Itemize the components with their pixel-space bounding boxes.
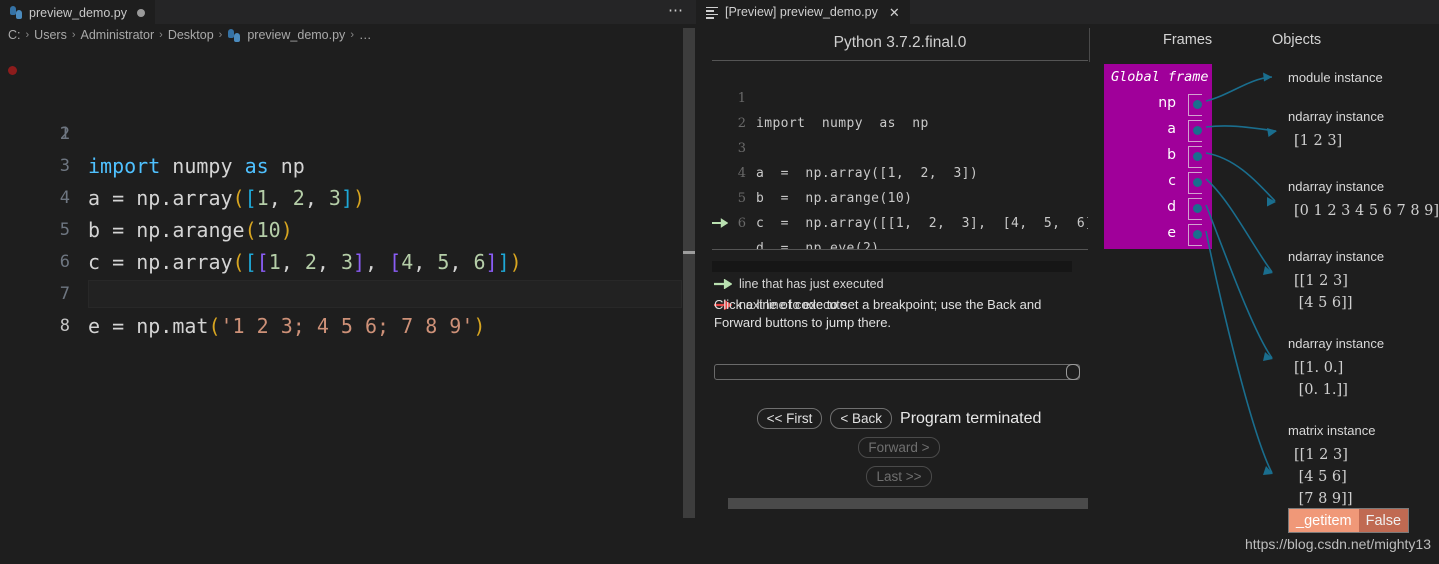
executed-line-arrow-icon	[712, 218, 728, 228]
frame-pointer-a	[1193, 126, 1202, 135]
editor-tab-preview-demo[interactable]: preview_demo.py	[0, 0, 155, 24]
executed-arrow-icon	[714, 279, 732, 289]
breadcrumb-item-5[interactable]: …	[359, 28, 372, 42]
frame-var-a: a	[1167, 121, 1176, 137]
frames-objects-divider	[1089, 28, 1090, 62]
frame-var-b: b	[1167, 147, 1176, 163]
viz-code-line[interactable]: 4 b = np.arange(10)	[712, 136, 1088, 206]
breakpoint-hint: Click a line of code to set a breakpoint…	[714, 297, 1042, 330]
breadcrumb-item-2[interactable]: Administrator	[81, 28, 155, 42]
frame-pointer-e	[1193, 230, 1202, 239]
execution-step-slider[interactable]	[714, 364, 1080, 380]
breadcrumb-item-4[interactable]: preview_demo.py	[247, 28, 345, 42]
close-icon[interactable]: ✕	[889, 6, 900, 19]
execution-status: Program terminated	[900, 409, 1042, 427]
breadcrumb-separator-icon: ›	[71, 29, 76, 41]
watermark: https://blog.csdn.net/mighty13	[1245, 536, 1431, 552]
viz-code-horizontal-scrollbar[interactable]	[712, 261, 1088, 509]
preview-tab-label: [Preview] preview_demo.py	[725, 5, 878, 19]
object-value-c: [[1 2 3] [4 5 6]]	[1294, 273, 1353, 311]
python-file-icon	[228, 28, 241, 42]
legend-executed: line that has just executed	[714, 277, 884, 291]
visualizer-code-panel[interactable]: 1 import numpy as np 2 3 a = np.array([1…	[712, 60, 1088, 250]
breadcrumb: C: › Users › Administrator › Desktop › p…	[0, 24, 696, 46]
editor-tab-bar: preview_demo.py ⋯	[0, 0, 696, 24]
attribute-key: _getitem	[1289, 509, 1359, 532]
viz-code-line[interactable]: 5 c = np.array([[1, 2, 3], [4, 5, 6]	[712, 161, 1088, 231]
back-button[interactable]: < Back	[830, 408, 893, 429]
editor-vertical-scrollbar[interactable]	[682, 24, 696, 564]
frames-column-header: Frames	[1163, 32, 1213, 48]
viz-code-line[interactable]: 1 import numpy as np	[712, 61, 1088, 131]
frame-var-np: np	[1158, 95, 1176, 111]
viz-code-scrollbar-thumb[interactable]	[728, 498, 1088, 509]
object-type-module: module instance	[1288, 70, 1383, 85]
frame-pointer-b	[1193, 152, 1202, 161]
object-type-ndarray-b: ndarray instance	[1288, 179, 1385, 194]
breadcrumb-separator-icon: ›	[25, 29, 30, 41]
editor-tab-label: preview_demo.py	[29, 5, 127, 20]
editor-more-actions-icon[interactable]: ⋯	[668, 0, 684, 24]
navigation-controls: << First < Back Program terminated Forwa…	[714, 408, 1084, 487]
python-version-title: Python 3.7.2.final.0	[833, 34, 967, 51]
breadcrumb-item-3[interactable]: Desktop	[168, 28, 214, 42]
code-line[interactable]: 5 c = np.array([[1, 2, 3], [4, 5, 6]])	[0, 182, 696, 274]
code-line-current[interactable]: 8	[0, 278, 696, 336]
legend-executed-label: line that has just executed	[739, 277, 884, 291]
code-line-text: e = np.mat('1 2 3; 4 5 6; 7 8 9')	[88, 314, 486, 338]
object-value-e: [[1 2 3] [4 5 6] [7 8 9]]	[1294, 447, 1353, 507]
slider-knob[interactable]	[1066, 364, 1080, 380]
frame-pointer-np	[1193, 100, 1202, 109]
editor-pane: preview_demo.py ⋯ C: › Users › Administr…	[0, 0, 696, 564]
attribute-value: False	[1358, 509, 1409, 532]
preview-tab-bar: [Preview] preview_demo.py ✕	[696, 0, 1439, 24]
frame-var-d: d	[1167, 199, 1176, 215]
breadcrumb-separator-icon: ›	[350, 29, 354, 41]
code-line[interactable]: 6 d = np.eye(2)	[0, 214, 696, 306]
objects-column-header: Objects	[1272, 32, 1322, 48]
editor-scrollbar-thumb[interactable]	[683, 28, 695, 518]
preview-lines-icon	[706, 6, 718, 19]
code-line[interactable]: 4 b = np.arange(10)	[0, 150, 696, 242]
attribute-row: _getitem False	[1288, 508, 1410, 533]
object-type-matrix-e: matrix instance	[1288, 423, 1376, 438]
breadcrumb-item-1[interactable]: Users	[34, 28, 67, 42]
viz-code-line-executed[interactable]: 7 e = np.mat('1 2 3; 4 5 6; 7 8 9'	[712, 211, 1088, 236]
code-line[interactable]: 1 import numpy as np	[0, 54, 696, 178]
viz-code-line[interactable]: 6 d = np.eye(2)	[712, 186, 1088, 249]
object-value-a: [1 2 3]	[1294, 133, 1343, 149]
object-type-ndarray-d: ndarray instance	[1288, 336, 1385, 351]
global-frame: Global frame np a b c d e	[1104, 64, 1212, 249]
code-line[interactable]: 3 a = np.array([1, 2, 3])	[0, 118, 696, 210]
object-value-b: [0 1 2 3 4 5 6 7 8 9]	[1294, 203, 1439, 219]
app-window: preview_demo.py ⋯ C: › Users › Administr…	[0, 0, 1439, 564]
frame-var-e: e	[1167, 225, 1176, 241]
editor-scrollbar-marker	[683, 251, 695, 254]
viz-code-line[interactable]: 2	[712, 86, 1088, 131]
code-line[interactable]: 7 e = np.mat('1 2 3; 4 5 6; 7 8 9')	[0, 246, 696, 338]
first-button[interactable]: << First	[756, 408, 823, 429]
forward-button[interactable]: Forward >	[858, 437, 940, 458]
breakpoint-dot-icon[interactable]	[8, 66, 17, 75]
frame-var-c: c	[1168, 173, 1176, 189]
frame-pointer-c	[1193, 178, 1202, 187]
current-line-highlight	[88, 280, 682, 308]
tab-dirty-indicator	[136, 8, 145, 17]
preview-tab[interactable]: [Preview] preview_demo.py ✕	[696, 0, 910, 24]
line-number: 8	[59, 316, 70, 336]
object-type-ndarray-a: ndarray instance	[1288, 109, 1385, 124]
breadcrumb-separator-icon: ›	[159, 29, 163, 41]
viz-line-text: d = np.eye(2)	[756, 241, 880, 250]
object-type-ndarray-c: ndarray instance	[1288, 249, 1385, 264]
object-value-d: [[1. 0.] [0. 1.]]	[1294, 360, 1348, 398]
python-file-icon	[10, 6, 23, 19]
viz-code-line[interactable]: 3 a = np.array([1, 2, 3])	[712, 111, 1088, 181]
global-frame-title: Global frame	[1111, 69, 1209, 85]
breadcrumb-item-0[interactable]: C:	[8, 28, 21, 42]
breadcrumb-separator-icon: ›	[218, 29, 223, 41]
frame-pointer-d	[1193, 204, 1202, 213]
code-editor-area[interactable]: 1 import numpy as np 2 3 a = np.array([1…	[0, 46, 696, 564]
code-line[interactable]: 2	[0, 86, 696, 144]
last-button[interactable]: Last >>	[866, 466, 932, 487]
